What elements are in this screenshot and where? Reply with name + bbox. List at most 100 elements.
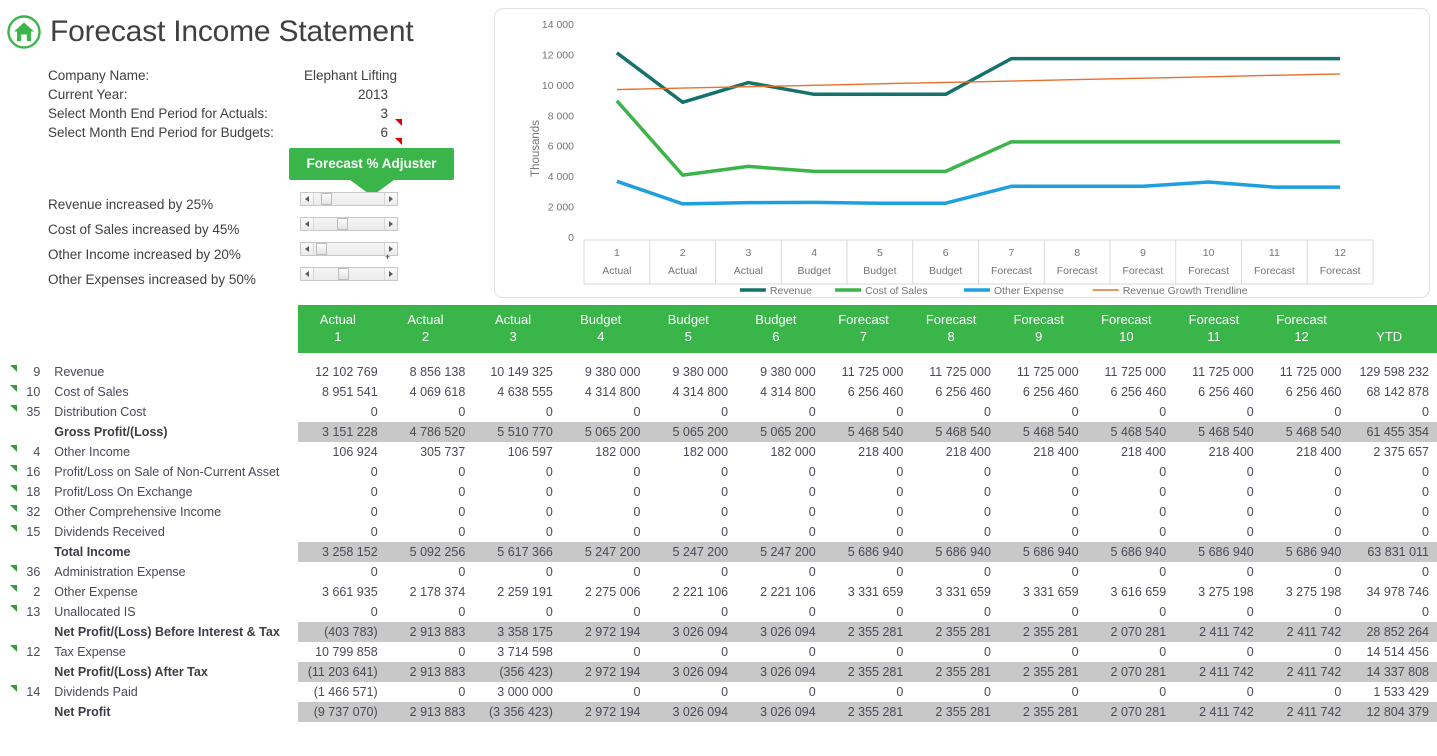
spacer-cell <box>1087 353 1175 362</box>
column-header-bottom: YTD <box>1376 329 1403 344</box>
row-label: Net Profit <box>54 705 111 719</box>
y-axis-tick-label: 0 <box>568 232 574 244</box>
row-code <box>20 542 46 562</box>
spacer-cell <box>1262 353 1350 362</box>
comment-flag-icon[interactable] <box>0 522 20 542</box>
table-cell-value: 9 380 000 <box>760 365 816 379</box>
comment-flag-icon[interactable] <box>0 482 20 502</box>
table-cell-value: 5 092 256 <box>385 542 474 562</box>
column-header-bottom: 1 <box>334 329 342 344</box>
table-cell-value: 3 000 000 <box>497 685 553 699</box>
slider-right-arrow-icon[interactable] <box>384 268 397 280</box>
row-code <box>20 622 46 642</box>
comment-flag-icon[interactable] <box>0 442 20 462</box>
comment-flag-icon[interactable] <box>0 362 20 382</box>
slider-left-arrow-icon[interactable] <box>301 243 314 255</box>
table-cell-value: 4 069 618 <box>409 385 466 399</box>
slider-revenue[interactable] <box>300 192 398 206</box>
info-value-actuals-period[interactable]: 3 <box>304 106 388 121</box>
comment-flag-icon[interactable] <box>0 642 20 662</box>
table-cell-value: 0 <box>545 505 553 519</box>
page-header: Forecast Income Statement <box>6 14 414 50</box>
row-label: Unallocated IS <box>54 605 136 619</box>
table-cell-value: 2 972 194 <box>560 662 649 682</box>
slider-cost-of-sales[interactable] <box>300 217 398 231</box>
table-cell-value: 0 <box>896 565 904 579</box>
row-code: 15 <box>26 525 41 539</box>
table-cell-value: 0 <box>545 525 553 539</box>
comment-flag-icon[interactable] <box>0 462 20 482</box>
row-label: Total Income <box>54 545 131 559</box>
slider-thumb-revenue[interactable] <box>321 193 332 205</box>
column-header-bottom: 5 <box>684 329 692 344</box>
table-cell-value: 0 <box>1071 485 1079 499</box>
table-cell-value: 0 <box>1159 505 1167 519</box>
info-value-year[interactable]: 2013 <box>304 87 388 102</box>
column-header-bottom: 11 <box>1207 329 1221 344</box>
table-column-header: Actual 3 <box>473 305 561 353</box>
table-column-header: Budget 6 <box>736 305 824 353</box>
table-cell-value: 3 331 659 <box>935 585 991 599</box>
table-total-row: Total Income 3 258 152 5 092 256 5 617 366 5… <box>0 542 1437 562</box>
table-cell-value: 2 221 106 <box>760 585 816 599</box>
y-axis-tick-label: 12 000 <box>542 49 574 61</box>
table-column-header: Actual 2 <box>385 305 474 353</box>
info-row: Select Month End Period for Actuals: 3 <box>48 106 408 126</box>
slider-left-arrow-icon[interactable] <box>301 268 314 280</box>
slider-other-income[interactable] <box>300 242 398 256</box>
comment-flag-icon[interactable] <box>0 682 20 702</box>
table-cell-value: (9 737 070) <box>298 702 386 722</box>
home-icon[interactable] <box>6 14 42 50</box>
table-cell-value: 0 <box>1246 405 1254 419</box>
table-cell-value: 2 355 281 <box>998 662 1087 682</box>
table-cell-value: 0 <box>721 485 729 499</box>
slider-left-arrow-icon[interactable] <box>301 193 314 205</box>
adjuster-desc-revenue: Revenue increased by 25% <box>48 197 214 212</box>
table-total-row: Net Profit (9 737 070) 2 913 883 (3 356 423… <box>0 702 1437 722</box>
table-cell-value: 0 <box>370 565 378 579</box>
row-label: Other Income <box>54 445 131 459</box>
comment-flag-icon[interactable] <box>0 602 20 622</box>
table-cell-value: 0 <box>808 565 816 579</box>
comment-flag-icon[interactable] <box>0 382 20 402</box>
row-code: 4 <box>33 445 41 459</box>
info-value-budgets-period[interactable]: 6 <box>304 125 388 140</box>
row-code: 2 <box>33 585 41 599</box>
slider-left-arrow-icon[interactable] <box>301 218 314 230</box>
table-cell-value: 305 737 <box>420 445 466 459</box>
x-axis-period-number: 7 <box>1008 247 1014 259</box>
slider-right-arrow-icon[interactable] <box>384 218 397 230</box>
table-cell-value: 218 400 <box>1208 445 1254 459</box>
slider-thumb-other-expenses[interactable] <box>338 268 349 280</box>
table-cell-value: 2 070 281 <box>1086 702 1175 722</box>
slider-right-arrow-icon[interactable] <box>384 193 397 205</box>
comment-flag-icon[interactable] <box>0 582 20 602</box>
income-statement-table: Actual 1 Actual 2 Actual 3 Budget 4 Budget 5 Budge… <box>0 305 1437 722</box>
comment-flag-icon[interactable] <box>0 562 20 582</box>
table-cell-value: 0 <box>370 525 378 539</box>
table-cell-value: 0 <box>458 485 466 499</box>
table-cell-value: 5 686 940 <box>998 542 1087 562</box>
table-cell-value: 11 725 000 <box>929 365 991 379</box>
table-cell-value: 8 951 541 <box>322 385 378 399</box>
table-cell-value: 11 725 000 <box>841 365 904 379</box>
comment-flag-icon[interactable] <box>0 402 20 422</box>
slider-thumb-other-income[interactable] <box>316 243 327 255</box>
table-cell-value: 2 355 281 <box>998 622 1087 642</box>
table-cell-value: 0 <box>1159 565 1167 579</box>
comment-flag-icon[interactable] <box>0 502 20 522</box>
slider-other-expenses[interactable] <box>300 267 398 281</box>
spacer-cell <box>824 353 912 362</box>
table-cell-value: 4 638 555 <box>497 385 553 399</box>
table-cell-value: 8 856 138 <box>409 365 466 379</box>
table-cell-value: 0 <box>983 565 991 579</box>
info-value-company[interactable]: Elephant Lifting <box>304 68 397 83</box>
table-cell-value: 0 <box>1334 465 1342 479</box>
slider-thumb-cost-of-sales[interactable] <box>337 218 348 230</box>
table-cell-value: 5 468 540 <box>1261 422 1350 442</box>
table-cell-value: 0 <box>370 405 378 419</box>
info-label-actuals-period: Select Month End Period for Actuals: <box>48 106 268 121</box>
table-total-row: Net Profit/(Loss) Before Interest & Tax (… <box>0 622 1437 642</box>
table-cell-value: 28 852 264 <box>1349 622 1437 642</box>
table-cell-value: 0 <box>1071 645 1079 659</box>
